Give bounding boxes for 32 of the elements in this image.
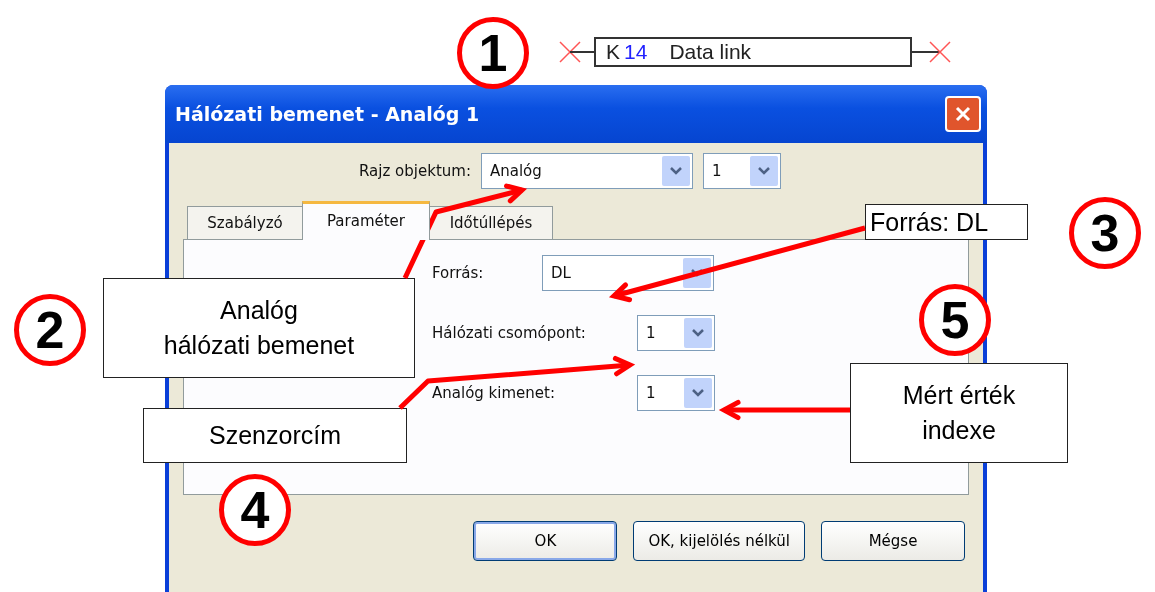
field-label: Analóg kimenet: <box>432 384 555 402</box>
number-marker: 2 <box>14 294 86 366</box>
block-label: Data link <box>669 40 752 64</box>
number-marker: 3 <box>1069 197 1141 269</box>
chevron-down-icon <box>684 318 712 348</box>
number-marker: 1 <box>457 17 529 89</box>
callout-label: Forrás: DL <box>865 204 1028 240</box>
dialog-button[interactable]: OK <box>473 521 618 561</box>
dialog-button[interactable]: OK, kijelölés nélkül <box>633 521 805 561</box>
dropdown-field[interactable]: 1 <box>637 315 715 351</box>
field-label: Hálózati csomópont: <box>432 324 586 342</box>
dropdown-field[interactable]: DL <box>542 255 714 291</box>
window-title: Hálózati bemenet - Analóg 1 <box>175 103 480 125</box>
drawing-object-dropdown[interactable]: Analóg <box>480 153 693 189</box>
callout-label: Analóg hálózati bemenet <box>103 278 415 378</box>
field-label: Forrás: <box>432 264 484 282</box>
field-label: Rajz objektum: <box>359 162 471 180</box>
tab[interactable]: Időtúllépés <box>429 206 553 239</box>
tab[interactable]: Paraméter <box>302 201 430 240</box>
chevron-down-icon <box>749 156 778 186</box>
block-prefix: K <box>606 40 620 64</box>
chevron-down-icon <box>661 156 690 186</box>
object-number-dropdown[interactable]: 1 <box>702 153 781 189</box>
dialog-button[interactable]: Mégse <box>821 521 965 561</box>
callout-label: Mért érték indexe <box>850 363 1068 463</box>
tab[interactable]: Szabályzó <box>187 206 303 239</box>
close-icon <box>955 106 971 122</box>
close-button[interactable] <box>945 96 981 132</box>
block-number: 14 <box>624 40 648 64</box>
dropdown-field[interactable]: 1 <box>637 375 715 411</box>
callout-label: Szenzorcím <box>143 408 407 463</box>
chevron-down-icon <box>684 378 712 408</box>
